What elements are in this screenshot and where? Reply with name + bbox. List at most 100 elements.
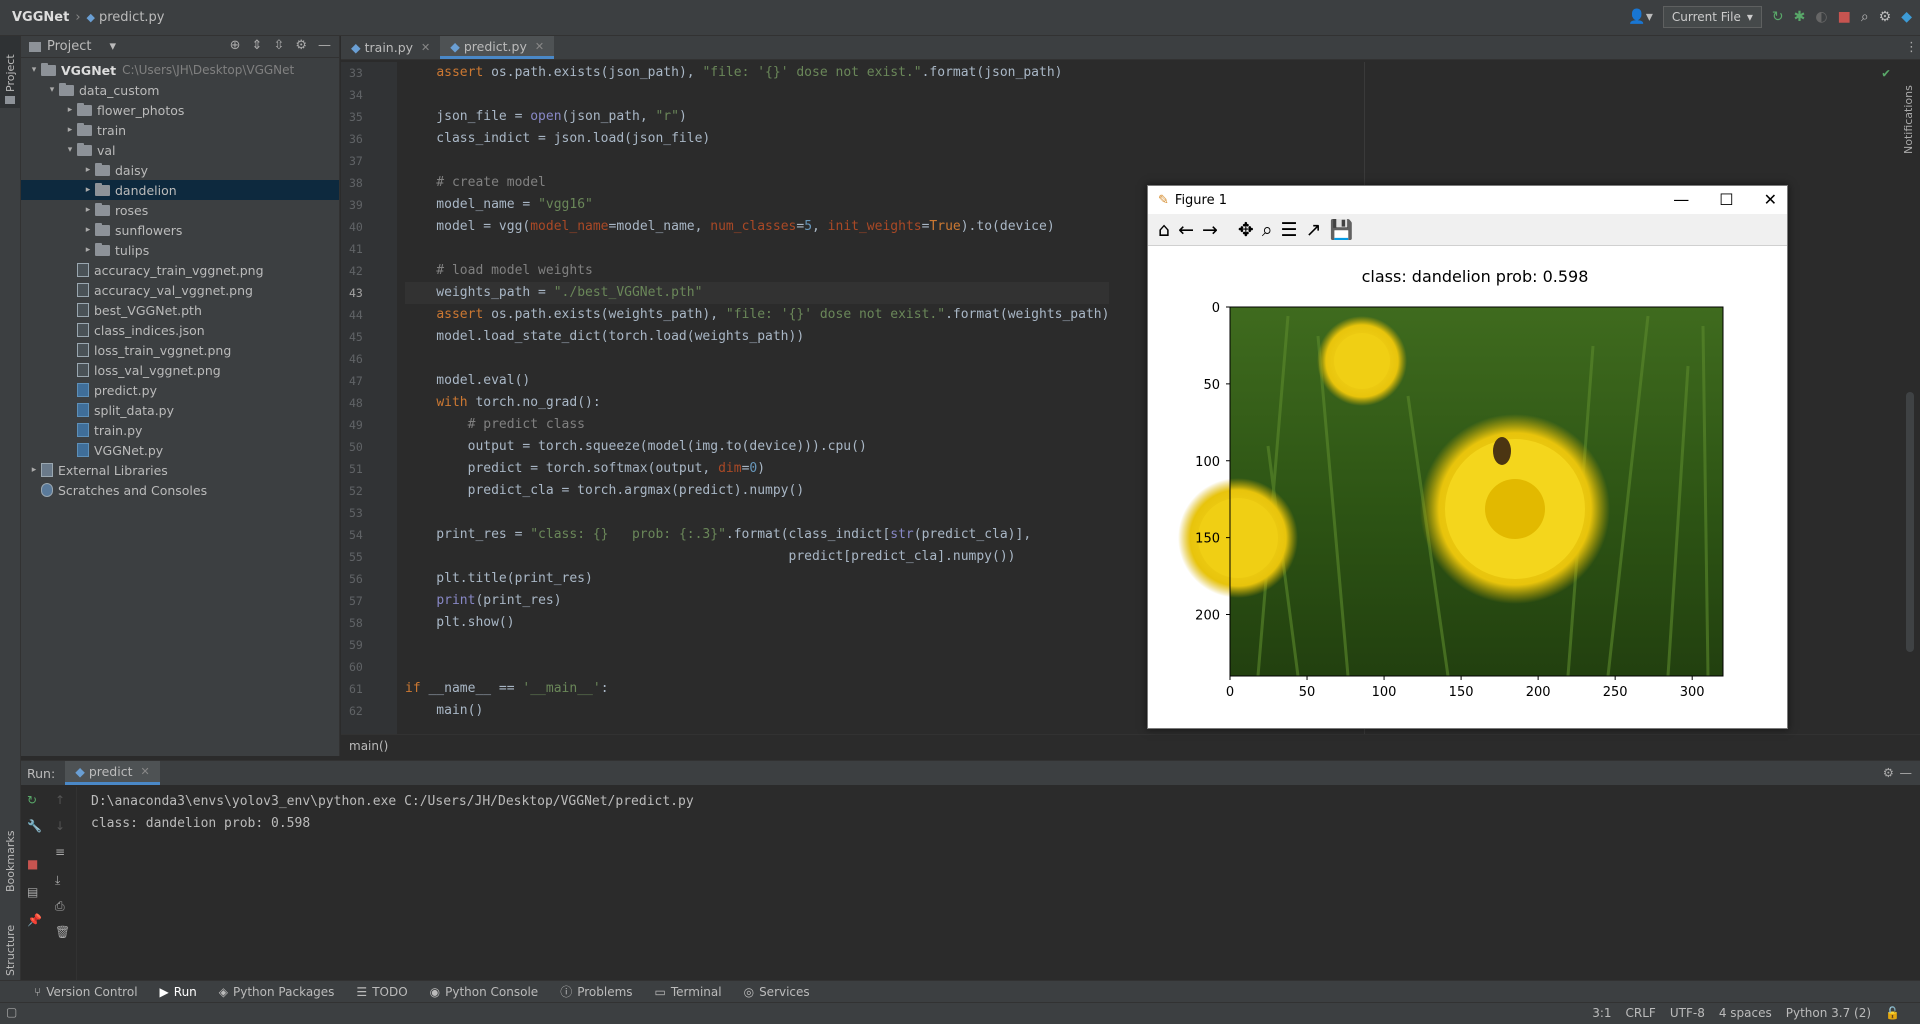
tree-folder[interactable]: ▸ flower_photos xyxy=(21,100,339,120)
user-icon[interactable]: 👤▾ xyxy=(1628,10,1652,24)
tree-file[interactable]: split_data.py xyxy=(21,400,339,420)
code-line[interactable] xyxy=(405,238,1109,260)
tree-file[interactable]: best_VGGNet.pth xyxy=(21,300,339,320)
chevron-right-icon[interactable]: ▸ xyxy=(63,105,77,115)
close-icon[interactable]: ✕ xyxy=(421,41,430,54)
rerun-icon[interactable]: ↻ xyxy=(1772,10,1784,24)
more-options-icon[interactable]: ⋮ xyxy=(1905,40,1918,55)
figure-canvas[interactable]: class: dandelion prob: 0.598 0 50 100 15… xyxy=(1148,246,1789,730)
file-encoding[interactable]: UTF-8 xyxy=(1670,1006,1705,1020)
code-line[interactable]: assert os.path.exists(weights_path), "fi… xyxy=(405,304,1109,326)
tool-tab-problems[interactable]: ⓘ Problems xyxy=(560,983,632,1000)
tree-folder[interactable]: ▾ data_custom xyxy=(21,80,339,100)
code-line[interactable]: model = vgg(model_name=model_name, num_c… xyxy=(405,216,1109,238)
project-tool-button[interactable]: Project xyxy=(0,36,20,108)
code-line[interactable]: print_res = "class: {} prob: {:.3}".form… xyxy=(405,524,1109,546)
rerun-icon[interactable]: ↻ xyxy=(27,793,37,807)
tool-tab-todo[interactable]: ☰ TODO xyxy=(356,985,407,999)
code-line[interactable]: predict[predict_cla].numpy()) xyxy=(405,546,1109,568)
code-line[interactable]: # predict class xyxy=(405,414,1109,436)
tab-train-py[interactable]: ◆ train.py ✕ xyxy=(341,36,440,59)
tool-tab-services[interactable]: ◎ Services xyxy=(744,985,810,999)
code-line[interactable] xyxy=(405,84,1109,106)
expand-all-icon[interactable]: ⇕ xyxy=(252,38,263,53)
tree-folder[interactable]: ▸ train xyxy=(21,120,339,140)
soft-wrap-icon[interactable]: ≡ xyxy=(55,845,65,859)
edit-axis-icon[interactable]: ↗ xyxy=(1306,219,1322,241)
code-lines[interactable]: assert os.path.exists(json_path), "file:… xyxy=(405,62,1110,722)
chevron-down-icon[interactable]: ▾ xyxy=(45,85,59,95)
tab-predict-py[interactable]: ◆ predict.py ✕ xyxy=(440,36,555,59)
lock-icon[interactable]: 🔓 xyxy=(1885,1006,1900,1020)
hide-icon[interactable]: — xyxy=(1900,765,1913,780)
gear-icon[interactable]: ⚙ xyxy=(1879,10,1892,24)
indent-setting[interactable]: 4 spaces xyxy=(1719,1006,1772,1020)
debug-icon[interactable]: ✱ xyxy=(1794,10,1806,24)
arrow-down-icon[interactable]: ↓ xyxy=(55,819,65,833)
tree-folder[interactable]: ▸ tulips xyxy=(21,240,339,260)
chevron-down-icon[interactable]: ▾ xyxy=(27,65,41,75)
gear-icon[interactable]: ⚙ xyxy=(1883,765,1894,780)
code-line[interactable] xyxy=(405,348,1109,370)
tool-tab-version-control[interactable]: ⑂ Version Control xyxy=(34,985,138,999)
project-name[interactable]: VGGNet xyxy=(12,10,69,25)
layout-icon[interactable]: ▤ xyxy=(27,885,38,899)
chevron-right-icon[interactable]: ▸ xyxy=(81,245,95,255)
notifications-label[interactable]: Notifications xyxy=(1902,85,1915,154)
code-line[interactable]: predict = torch.softmax(output, dim=0) xyxy=(405,458,1109,480)
code-line[interactable]: model.eval() xyxy=(405,370,1109,392)
chevron-right-icon[interactable]: ▸ xyxy=(81,205,95,215)
stop-icon[interactable]: ■ xyxy=(27,857,38,871)
code-line[interactable] xyxy=(405,634,1109,656)
code-line[interactable]: # load model weights xyxy=(405,260,1109,282)
layout-toggle-icon[interactable]: ▢ xyxy=(6,1005,17,1019)
code-line[interactable]: assert os.path.exists(json_path), "file:… xyxy=(405,62,1109,84)
minimize-icon[interactable]: — xyxy=(1673,190,1689,209)
scroll-to-end-icon[interactable]: ⤓ xyxy=(55,873,60,888)
print-icon[interactable]: ⎙ xyxy=(55,899,65,914)
save-icon[interactable]: 💾 xyxy=(1329,218,1353,241)
tool-tab-terminal[interactable]: ▭ Terminal xyxy=(655,985,722,999)
project-view-select[interactable]: Project xyxy=(47,39,91,54)
tree-file[interactable]: accuracy_train_vggnet.png xyxy=(21,260,339,280)
tool-tab-run[interactable]: ▶ Run xyxy=(160,985,197,999)
collapse-all-icon[interactable]: ⇳ xyxy=(273,38,284,53)
caret-position[interactable]: 3:1 xyxy=(1592,1006,1611,1020)
code-line[interactable] xyxy=(405,656,1109,678)
tree-file[interactable]: train.py xyxy=(21,420,339,440)
tree-folder[interactable]: ▸ daisy xyxy=(21,160,339,180)
tool-tab-python-packages[interactable]: ◈ Python Packages xyxy=(219,985,335,999)
code-line[interactable]: if __name__ == '__main__': xyxy=(405,678,1109,700)
tool-tab-python-console[interactable]: ◉ Python Console xyxy=(430,985,539,999)
coverage-icon[interactable]: ◐ xyxy=(1815,10,1827,24)
hide-icon[interactable]: — xyxy=(318,38,331,53)
tree-file[interactable]: predict.py xyxy=(21,380,339,400)
tree-file[interactable]: VGGNet.py xyxy=(21,440,339,460)
update-icon[interactable]: ◆ xyxy=(1901,10,1912,24)
code-line[interactable] xyxy=(405,150,1109,172)
arrow-up-icon[interactable]: ↑ xyxy=(55,793,65,807)
tree-folder[interactable]: ▾ VGGNet C:\Users\JH\Desktop\VGGNet xyxy=(21,60,339,80)
chevron-right-icon[interactable]: ▸ xyxy=(27,465,41,475)
configure-subplots-icon[interactable]: ☰ xyxy=(1280,219,1297,241)
chevron-right-icon[interactable]: ▸ xyxy=(81,225,95,235)
code-line[interactable]: weights_path = "./best_VGGNet.pth" xyxy=(405,282,1110,304)
tree-folder[interactable]: ▾ val xyxy=(21,140,339,160)
tree-file[interactable]: accuracy_val_vggnet.png xyxy=(21,280,339,300)
stop-icon[interactable]: ■ xyxy=(1838,10,1851,24)
home-icon[interactable]: ⌂ xyxy=(1158,219,1170,241)
locate-icon[interactable]: ⊕ xyxy=(230,38,241,53)
chevron-down-icon[interactable]: ▾ xyxy=(63,145,77,155)
chevron-right-icon[interactable]: ▸ xyxy=(63,125,77,135)
bookmarks-tool-button[interactable]: Bookmarks xyxy=(0,796,20,908)
code-line[interactable]: class_indict = json.load(json_file) xyxy=(405,128,1109,150)
forward-icon[interactable]: → xyxy=(1202,219,1218,241)
code-line[interactable]: print(print_res) xyxy=(405,590,1109,612)
run-tab-predict[interactable]: ◆ predict ✕ xyxy=(65,761,160,785)
console-output[interactable]: D:\anaconda3\envs\yolov3_env\python.exe … xyxy=(91,791,694,835)
trash-icon[interactable]: 🗑 xyxy=(55,925,70,939)
code-line[interactable]: json_file = open(json_path, "r") xyxy=(405,106,1109,128)
code-breadcrumb[interactable]: main() xyxy=(341,734,1920,756)
tree-file[interactable]: loss_train_vggnet.png xyxy=(21,340,339,360)
code-line[interactable]: predict_cla = torch.argmax(predict).nump… xyxy=(405,480,1109,502)
